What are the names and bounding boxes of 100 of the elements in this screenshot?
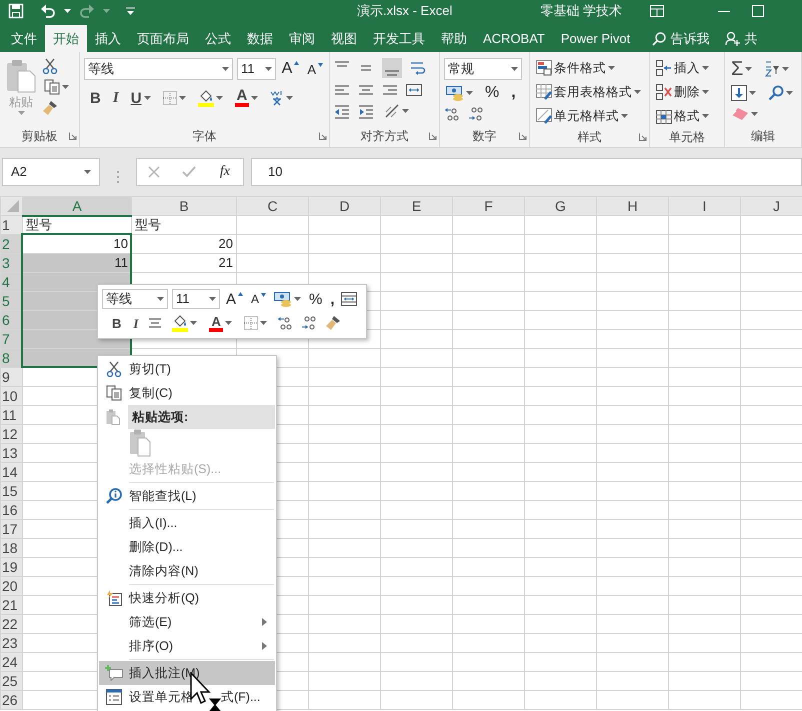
row-header[interactable]: 15 <box>0 482 22 500</box>
comma-button[interactable]: , <box>509 84 518 102</box>
menu-item[interactable]: 剪切(T) <box>99 357 275 381</box>
table-cell[interactable]: 型号 <box>132 216 236 234</box>
decrease-indent-icon[interactable] <box>334 103 350 119</box>
bottom-align-icon[interactable] <box>382 58 402 78</box>
row-header[interactable]: 8 <box>0 348 22 368</box>
ribbon-tab[interactable]: Power Pivot <box>552 25 638 52</box>
percent-button[interactable]: % <box>483 84 502 102</box>
check-icon[interactable] <box>182 166 196 178</box>
column-header[interactable]: G <box>524 196 596 216</box>
ribbon-tab[interactable]: 文件 <box>3 25 45 52</box>
bold-button[interactable]: B <box>88 90 103 106</box>
undo-icon[interactable] <box>40 3 56 19</box>
maximize-icon[interactable] <box>752 5 764 17</box>
row-header[interactable]: 1 <box>0 216 22 234</box>
accounting-format-button[interactable] <box>272 290 304 308</box>
column-header[interactable]: I <box>668 196 740 216</box>
format-painter-icon[interactable] <box>42 100 58 116</box>
shrink-font-button[interactable]: A <box>249 292 268 306</box>
ribbon-tab[interactable]: 数据 <box>239 25 281 52</box>
cells-button[interactable]: 格式 <box>654 106 720 126</box>
fill-button[interactable] <box>729 84 758 102</box>
borders-button[interactable] <box>242 315 269 331</box>
cut-icon[interactable] <box>42 58 58 74</box>
row-header[interactable]: 12 <box>0 424 22 444</box>
ribbon-tab[interactable]: 开发工具 <box>365 25 433 52</box>
row-header[interactable]: 6 <box>0 310 22 330</box>
font-color-button[interactable]: A <box>207 314 234 332</box>
table-cell[interactable]: 21 <box>132 254 236 272</box>
dialog-launcher-icon[interactable] <box>319 132 327 140</box>
ribbon-tab[interactable]: 公式 <box>197 25 239 52</box>
menu-item[interactable]: 删除(D)... <box>99 535 275 559</box>
increase-indent-icon[interactable] <box>358 103 374 119</box>
share-button[interactable]: 共 <box>719 25 764 52</box>
menu-item[interactable]: 复制(C) <box>99 381 275 405</box>
row-header[interactable]: 10 <box>0 386 22 406</box>
font-name-field[interactable]: 等线 <box>102 289 168 309</box>
ribbon-tab[interactable]: 页面布局 <box>129 25 197 52</box>
column-header[interactable]: E <box>380 196 452 216</box>
row-header[interactable]: 9 <box>0 368 22 386</box>
font-color-button[interactable]: A <box>232 88 260 108</box>
account-name[interactable]: 零基础 学技术 <box>540 1 622 21</box>
styles-button[interactable]: 条件格式 <box>534 58 645 78</box>
row-header[interactable]: 21 <box>0 596 22 614</box>
tell-me-button[interactable]: 告诉我 <box>646 25 716 52</box>
format-painter-icon[interactable] <box>324 315 341 331</box>
number-format-field[interactable]: 常规 <box>444 58 522 80</box>
menu-item[interactable]: 插入(I)... <box>99 511 275 535</box>
ribbon-tab[interactable]: 开始 <box>45 25 87 52</box>
fill-color-button[interactable] <box>170 313 200 333</box>
comma-button[interactable]: , <box>328 290 337 308</box>
menu-item[interactable]: 快速分析(Q) <box>99 586 275 610</box>
column-header[interactable]: C <box>236 196 308 216</box>
column-header[interactable]: J <box>740 196 802 216</box>
ribbon-tab[interactable]: 插入 <box>87 25 129 52</box>
decrease-decimal-icon[interactable] <box>300 315 317 331</box>
styles-button[interactable]: 单元格样式 <box>534 106 645 126</box>
fill-color-button[interactable] <box>196 88 225 108</box>
clear-button[interactable] <box>729 106 760 122</box>
italic-button[interactable]: I <box>110 90 121 106</box>
font-name-field[interactable]: 等线 <box>84 58 233 80</box>
phonetic-guide-button[interactable] <box>268 89 296 107</box>
row-header[interactable]: 3 <box>0 254 22 272</box>
align-center-icon[interactable] <box>148 316 162 330</box>
autosum-button[interactable]: Σ <box>729 58 754 80</box>
row-header[interactable]: 17 <box>0 520 22 538</box>
copy-button[interactable] <box>42 78 71 96</box>
customize-icon[interactable] <box>126 7 135 15</box>
column-header[interactable]: A <box>22 196 132 216</box>
accounting-format-button[interactable] <box>444 84 475 102</box>
table-cell[interactable]: 20 <box>132 234 236 254</box>
ribbon-tab[interactable]: 帮助 <box>433 25 475 52</box>
insert-function-button[interactable]: fx <box>218 164 232 180</box>
grow-font-button[interactable]: A <box>280 60 302 78</box>
decrease-decimal-icon[interactable] <box>468 106 484 122</box>
increase-decimal-icon[interactable] <box>444 106 460 122</box>
percent-button[interactable]: % <box>307 290 324 308</box>
dialog-launcher-icon[interactable] <box>429 132 437 140</box>
column-header[interactable]: D <box>308 196 380 216</box>
row-header[interactable]: 16 <box>0 500 22 520</box>
underline-button[interactable]: U <box>128 90 153 106</box>
borders-button[interactable] <box>160 90 188 106</box>
menu-item[interactable]: 智能查找(L) <box>99 484 275 508</box>
row-header[interactable]: 19 <box>0 558 22 576</box>
dialog-launcher-icon[interactable] <box>639 132 647 140</box>
column-header[interactable]: F <box>452 196 524 216</box>
shrink-font-button[interactable]: A <box>305 62 325 76</box>
row-header[interactable]: 25 <box>0 672 22 690</box>
row-header[interactable]: 13 <box>0 444 22 462</box>
cells-button[interactable]: 删除 <box>654 82 720 102</box>
font-size-field[interactable]: 11 <box>172 289 220 309</box>
row-header[interactable]: 24 <box>0 652 22 672</box>
menu-item[interactable]: 排序(O) <box>99 634 275 658</box>
name-box[interactable]: A2 <box>2 158 100 186</box>
row-header[interactable]: 18 <box>0 538 22 558</box>
table-format-icon[interactable] <box>340 291 357 307</box>
font-size-field[interactable]: 11 <box>236 58 276 80</box>
dialog-launcher-icon[interactable] <box>519 132 527 140</box>
formula-field[interactable]: 10 <box>251 158 802 186</box>
